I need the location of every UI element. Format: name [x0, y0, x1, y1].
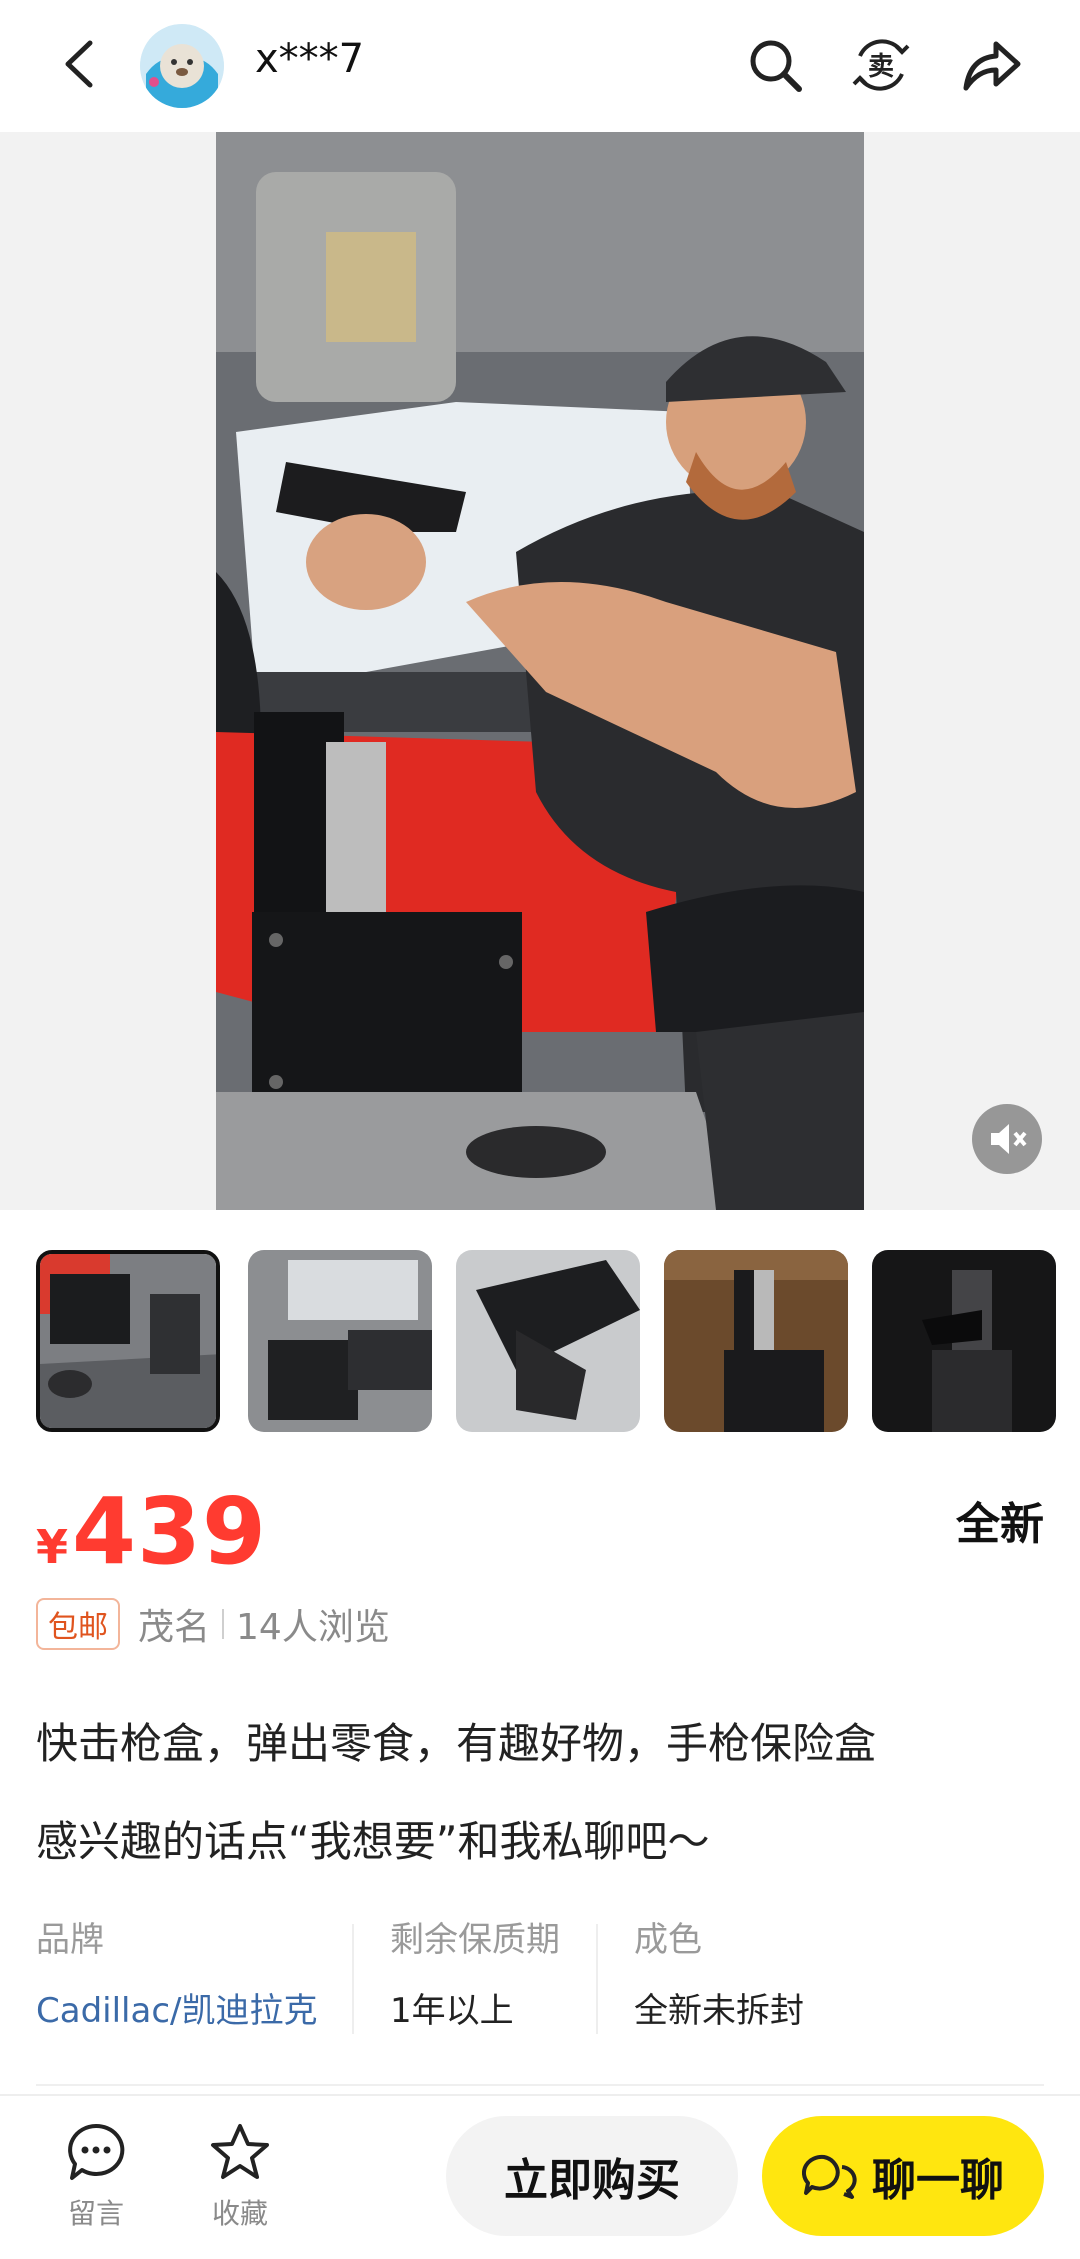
free-shipping-badge: 包邮	[36, 1598, 120, 1650]
brand-link[interactable]: Cadillac/凯迪拉克	[36, 1983, 356, 2032]
chat-label: 聊一聊	[872, 2155, 1004, 2206]
mute-icon[interactable]	[972, 1104, 1042, 1174]
sell-icon[interactable]: 卖	[848, 32, 914, 98]
product-video-frame[interactable]	[216, 132, 864, 1210]
product-media[interactable]	[0, 132, 1080, 1210]
favorite-label: 收藏	[211, 2197, 268, 2230]
thumbnail-strip	[36, 1250, 1080, 1436]
top-bar: x***7 卖	[0, 0, 1080, 132]
divider	[36, 2084, 1044, 2086]
location: 茂名	[138, 1607, 211, 1648]
price-value: 439	[72, 1478, 268, 1585]
meta-row: 包邮 茂名 14人浏览	[36, 1596, 390, 1652]
spec-condition: 成色 全新未拆封	[634, 1912, 934, 2040]
thumbnail-3[interactable]	[456, 1250, 640, 1432]
divider	[596, 1924, 598, 2034]
sell-icon-label: 卖	[868, 52, 894, 82]
product-title: 快击枪盒，弹出零食，有趣好物，手枪保险盒	[36, 1719, 877, 1768]
chat-button[interactable]: 聊一聊	[762, 2116, 1044, 2236]
favorite-button[interactable]: 收藏	[190, 2122, 290, 2232]
thumbnail-2[interactable]	[248, 1250, 432, 1432]
currency-symbol: ¥	[36, 1520, 69, 1574]
back-arrow-icon[interactable]	[50, 34, 110, 94]
thumbnail-1[interactable]	[36, 1250, 220, 1432]
buy-now-button[interactable]: 立即购买	[446, 2116, 738, 2236]
spec-value: 1年以上	[390, 1991, 514, 2031]
spec-table: 品牌 Cadillac/凯迪拉克 剩余保质期 1年以上 成色 全新未拆封	[36, 1912, 1044, 2040]
divider	[222, 1609, 225, 1639]
spec-key: 成色	[634, 1920, 702, 1960]
spec-brand: 品牌 Cadillac/凯迪拉克	[36, 1912, 356, 2040]
bottom-action-bar: 留言 收藏 立即购买 聊一聊	[0, 2094, 1080, 2259]
thumbnail-4[interactable]	[664, 1250, 848, 1432]
comment-icon	[68, 2123, 125, 2180]
comment-button[interactable]: 留言	[46, 2122, 146, 2232]
spec-value: 全新未拆封	[634, 1991, 804, 2031]
spec-shelf-life: 剩余保质期 1年以上	[390, 1912, 610, 2040]
thumbnail-5[interactable]	[872, 1250, 1056, 1432]
divider	[352, 1924, 354, 2034]
view-count: 14人浏览	[236, 1607, 390, 1648]
product-note: 感兴趣的话点“我想要”和我私聊吧～	[36, 1817, 710, 1866]
condition-label: 全新	[954, 1499, 1046, 1550]
chat-icon	[802, 2154, 857, 2199]
star-icon	[211, 2124, 269, 2179]
seller-avatar[interactable]	[140, 24, 224, 108]
spec-key: 品牌	[36, 1920, 104, 1960]
comment-label: 留言	[67, 2197, 124, 2230]
seller-username[interactable]: x***7	[255, 36, 364, 82]
search-icon[interactable]	[742, 32, 808, 98]
spec-key: 剩余保质期	[390, 1920, 560, 1960]
share-icon[interactable]	[958, 32, 1024, 98]
price: ¥ 439	[36, 1478, 267, 1585]
